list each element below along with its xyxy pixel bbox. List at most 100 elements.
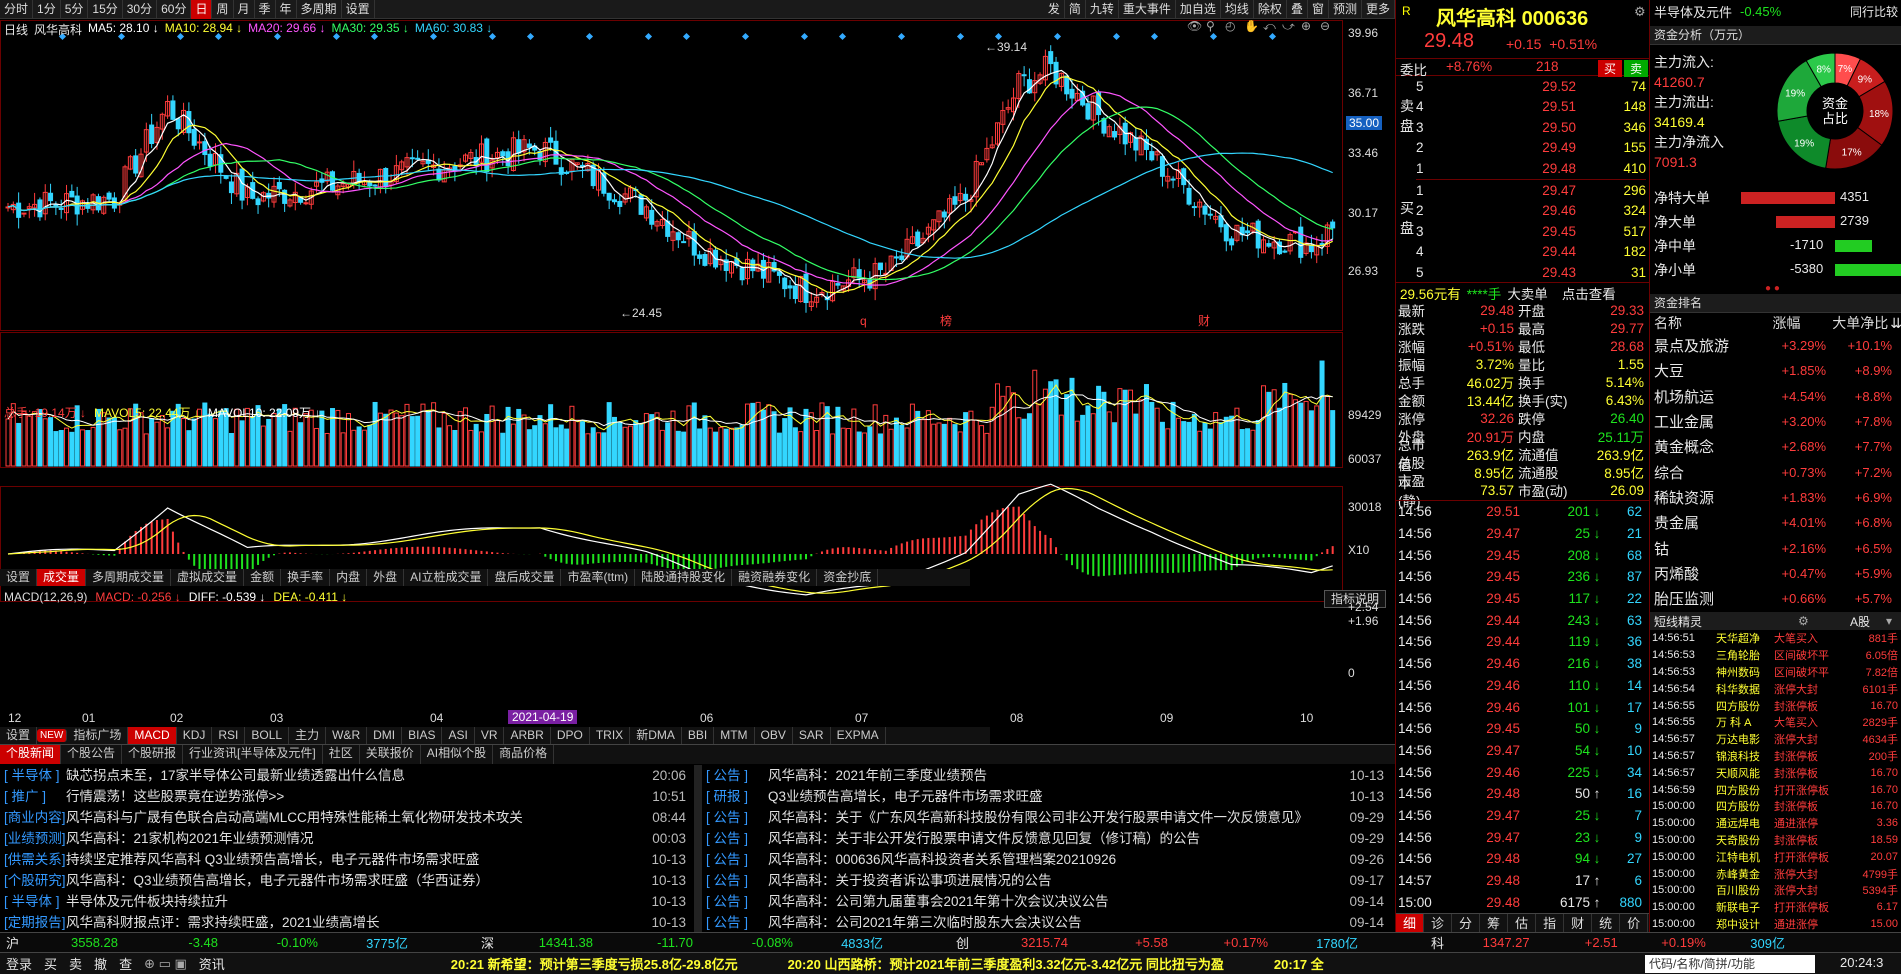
chart-tool-icon[interactable]: ⊖ bbox=[1320, 20, 1330, 33]
book-row[interactable]: 3 29.45 517 bbox=[1416, 221, 1646, 242]
news-title[interactable]: 半导体及元件板块持续拉升 bbox=[66, 891, 638, 912]
index-item[interactable]: 深 14341.38 -11.70 -0.08% 4833亿 bbox=[475, 933, 950, 952]
indicator-tab-16[interactable]: 新DMA bbox=[630, 727, 682, 744]
feed-item[interactable]: 20:20 山西路桥：预计2021年前三季度盈利3.32亿元-3.42亿元 同比… bbox=[788, 954, 1224, 973]
index-item[interactable]: 创 3215.74 +5.58 +0.17% 1780亿 bbox=[950, 933, 1425, 952]
indicator-tab-18[interactable]: MTM bbox=[714, 727, 755, 744]
news-item[interactable]: [ 公告 ] 风华高科：关于《广东风华高新科技股份有限公司非公开发行股票申请文件一… bbox=[706, 807, 1388, 828]
news-title[interactable]: 风华高科：21家机构2021年业绩预测情况 bbox=[66, 828, 638, 849]
news-scrollbar[interactable] bbox=[694, 765, 702, 933]
rank-row[interactable]: 胎压监测 +0.66% +5.7% bbox=[1650, 586, 1901, 611]
vol-tab-12[interactable]: 融资融券变化 bbox=[732, 569, 818, 586]
news-item[interactable]: [ 公告 ] 风华高科：000636风华高科投资者关系管理档案20210926 09… bbox=[706, 849, 1388, 870]
toolbar-item-10[interactable]: 更多 bbox=[1362, 0, 1395, 19]
indicator-tab-3[interactable]: MACD bbox=[128, 727, 177, 744]
news-title[interactable]: 风华高科：公司第九届董事会2021年第十次会议决议公告 bbox=[768, 891, 1336, 912]
indicator-tab-11[interactable]: ASI bbox=[442, 727, 475, 744]
elves-row[interactable]: 15:00:00 通远焊电 通进涨停 3.36 bbox=[1650, 815, 1901, 832]
news-item[interactable]: [ 公告 ] 风华高科：2021年前三季度业绩预告 10-13 bbox=[706, 765, 1388, 786]
period-tab-5[interactable]: 60分 bbox=[157, 0, 192, 19]
period-tab-12[interactable]: 设置 bbox=[342, 0, 375, 19]
news-ticker[interactable]: 20:21 新希望：预计第三季度亏损25.8亿-29.8亿元 20:20 山西路桥… bbox=[451, 954, 1651, 973]
buy-button[interactable]: 买 bbox=[1598, 60, 1623, 77]
period-tab-10[interactable]: 年 bbox=[276, 0, 297, 19]
period-tab-0[interactable]: 分时 bbox=[0, 0, 34, 19]
vol-tab-13[interactable]: 资金抄底 bbox=[817, 569, 879, 586]
elves-row[interactable]: 15:00:00 江特电机 打开涨停板 20.07 bbox=[1650, 848, 1901, 865]
book-row[interactable]: 1 29.47 296 bbox=[1416, 180, 1646, 201]
kline-chart[interactable]: ←39.14 ←24.45 q 榜 财 👁 ⚲ ◴ ✋ ⤺ ⤻ ⊕ ⊖ bbox=[0, 20, 1395, 606]
news-item[interactable]: [ 半导体 ] 半导体及元件板块持续拉升 10-13 bbox=[4, 891, 690, 912]
login-button[interactable]: 登录 bbox=[0, 954, 38, 973]
indicator-tab-9[interactable]: DMI bbox=[367, 727, 403, 744]
elves-row[interactable]: 15:00:00 百川股份 涨停大封 5394手 bbox=[1650, 882, 1901, 899]
news-item[interactable]: [ 公告 ] 风华高科：公司第九届董事会2021年第十次会议决议公告 09-14 bbox=[706, 891, 1388, 912]
news-tab-4[interactable]: 社区 bbox=[323, 745, 360, 764]
toolbar-item-8[interactable]: 窗 bbox=[1308, 0, 1329, 19]
quote-tab-8[interactable]: 价 bbox=[1620, 914, 1649, 932]
rank-row[interactable]: 黄金概念 +2.68% +7.7% bbox=[1650, 434, 1901, 459]
chevron-down-icon[interactable]: ▾ bbox=[1886, 614, 1892, 628]
news-title[interactable]: 行情震荡！这些股票竟在逆势涨停>> bbox=[66, 786, 638, 807]
quote-tab-6[interactable]: 财 bbox=[1564, 914, 1593, 932]
trade-action-2[interactable]: 撤 bbox=[88, 954, 113, 973]
elves-row[interactable]: 14:56:59 四方股份 打开涨停板 16.70 bbox=[1650, 781, 1901, 798]
vol-tab-9[interactable]: 盘后成交量 bbox=[488, 569, 562, 586]
vol-tab-8[interactable]: AI立桩成交量 bbox=[404, 569, 489, 586]
news-title[interactable]: 风华高科：关于非公开发行股票申请文件反馈意见回复（修订稿）的公告 bbox=[768, 828, 1336, 849]
news-item[interactable]: [ 研报 ] Q3业绩预告高增长，电子元器件市场需求旺盛 10-13 bbox=[706, 786, 1388, 807]
period-tab-1[interactable]: 1分 bbox=[33, 0, 61, 19]
news-title[interactable]: 风华高科与广晟有色联合启动高端MLCC用特殊性能稀土氧化物研发技术攻关 bbox=[66, 807, 638, 828]
period-tab-6[interactable]: 日 bbox=[191, 0, 213, 19]
news-title[interactable]: 持续坚定推荐风华高科 Q3业绩预告高增长，电子元器件市场需求旺盛 bbox=[66, 849, 638, 870]
period-tab-11[interactable]: 多周期 bbox=[297, 0, 342, 19]
book-row[interactable]: 4 29.51 148 bbox=[1416, 97, 1646, 118]
quote-tab-1[interactable]: 诊 bbox=[1424, 914, 1453, 932]
chart-tool-icon[interactable]: ⤻ bbox=[1282, 20, 1295, 33]
news-item[interactable]: [ 公告 ] 风华高科：关于投资者诉讼事项进展情况的公告 09-17 bbox=[706, 870, 1388, 891]
quote-tab-5[interactable]: 指 bbox=[1536, 914, 1565, 932]
indicator-tab-5[interactable]: RSI bbox=[212, 727, 246, 744]
chart-tool-icon[interactable]: 👁 bbox=[1187, 20, 1202, 33]
period-tab-8[interactable]: 月 bbox=[234, 0, 255, 19]
page-dots[interactable]: ● ● bbox=[1765, 283, 1780, 294]
quote-tab-3[interactable]: 筹 bbox=[1480, 914, 1509, 932]
toolbar-item-6[interactable]: 除权 bbox=[1254, 0, 1287, 19]
indicator-tab-20[interactable]: SAR bbox=[793, 727, 831, 744]
toolbar-item-7[interactable]: 叠 bbox=[1287, 0, 1308, 19]
news-title[interactable]: 风华高科：关于《广东风华高新科技股份有限公司非公开发行股票申请文件一次反馈意见》 bbox=[768, 807, 1336, 828]
indicator-tab-2[interactable]: 指标广场 bbox=[67, 727, 129, 744]
rank-row[interactable]: 综合 +0.73% +7.2% bbox=[1650, 459, 1901, 484]
peer-compare-link[interactable]: 同行比较 bbox=[1850, 3, 1901, 20]
vol-tab-2[interactable]: 多周期成交量 bbox=[86, 569, 172, 586]
book-row[interactable]: 2 29.49 155 bbox=[1416, 138, 1646, 159]
indicator-tab-17[interactable]: BBI bbox=[682, 727, 715, 744]
elves-row[interactable]: 14:56:53 三角轮胎 区间破坏平 6.05倍 bbox=[1650, 647, 1901, 664]
toolbar-item-1[interactable]: 简 bbox=[1065, 0, 1086, 19]
indicator-tab-8[interactable]: W&R bbox=[326, 727, 368, 744]
rank-row[interactable]: 工业金属 +3.20% +7.8% bbox=[1650, 409, 1901, 434]
toolbar-item-4[interactable]: 加自选 bbox=[1176, 0, 1221, 19]
elves-row[interactable]: 14:56:57 锦浪科技 封涨停板 200手 bbox=[1650, 748, 1901, 765]
news-title[interactable]: 风华高科财报点评：需求持续旺盛，2021业绩高增长 bbox=[66, 912, 638, 933]
quote-tab-2[interactable]: 分 bbox=[1452, 914, 1481, 932]
news-tab-2[interactable]: 个股研报 bbox=[122, 745, 184, 764]
rank-row[interactable]: 贵金属 +4.01% +6.8% bbox=[1650, 510, 1901, 535]
gear-icon[interactable]: ⚙ bbox=[1634, 4, 1646, 20]
book-row[interactable]: 4 29.44 182 bbox=[1416, 242, 1646, 263]
elves-row[interactable]: 14:56:53 神州数码 区间破坏平 7.82倍 bbox=[1650, 664, 1901, 681]
news-title[interactable]: 缺芯拐点未至，17家半导体公司最新业绩透露出什么信息 bbox=[66, 765, 638, 786]
big-order-link[interactable]: 点击查看 bbox=[1562, 283, 1616, 302]
index-item[interactable]: 科 1347.27 +2.51 +0.19% 309亿 bbox=[1425, 933, 1785, 952]
news-item[interactable]: [ 公告 ] 风华高科：公司2021年第三次临时股东大会决议公告 09-14 bbox=[706, 912, 1388, 933]
indicator-tab-7[interactable]: 主力 bbox=[289, 727, 327, 744]
indicator-tab-10[interactable]: BIAS bbox=[402, 727, 443, 744]
elves-row[interactable]: 14:56:51 天华超净 大笔买入 881手 bbox=[1650, 630, 1901, 647]
indicator-tab-4[interactable]: KDJ bbox=[177, 727, 213, 744]
news-title[interactable]: 风华高科：000636风华高科投资者关系管理档案20210926 bbox=[768, 849, 1336, 870]
elves-row[interactable]: 14:56:57 天顺风能 封涨停板 16.70 bbox=[1650, 764, 1901, 781]
quote-tab-0[interactable]: 细 bbox=[1396, 914, 1425, 932]
book-row[interactable]: 5 29.52 74 bbox=[1416, 76, 1646, 97]
rank-col-2[interactable]: 大单净比 bbox=[1819, 313, 1888, 333]
elves-row[interactable]: 15:00:00 赤峰黄金 涨停大封 4799手 bbox=[1650, 865, 1901, 882]
